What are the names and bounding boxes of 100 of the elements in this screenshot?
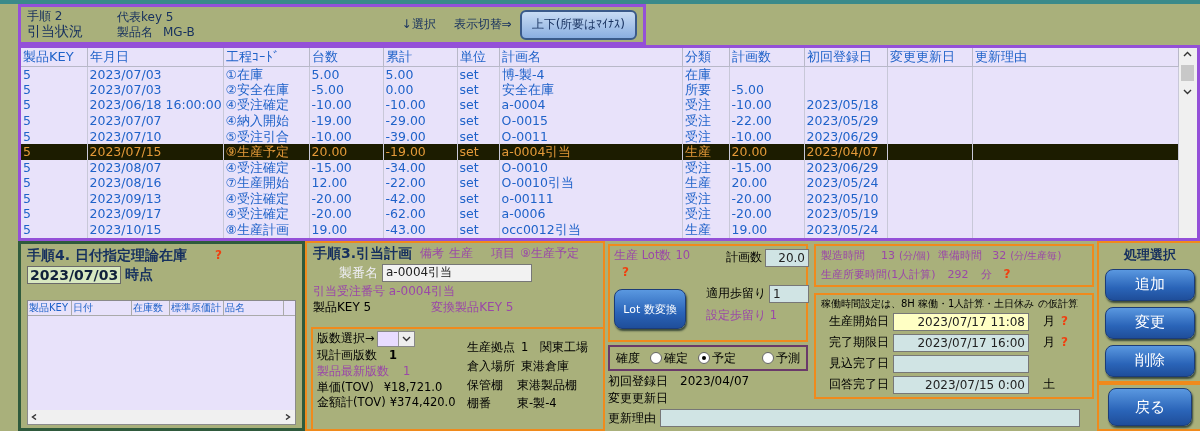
table-cell: 生産 — [682, 175, 729, 192]
dropdown-caret-icon[interactable] — [401, 336, 411, 342]
table-row[interactable]: 5 2023/07/07 ④納入開始 -19.00 -29.00 set O-0015 受注 -22.00 2023/05/29 — [21, 113, 1178, 129]
table-cell: -22.00 — [729, 113, 804, 129]
radio-option[interactable]: 予定 — [698, 349, 736, 367]
column-header: 更新理由 — [972, 48, 1178, 67]
first-registered-label: 初回登録日 — [608, 374, 668, 389]
weekday: 月 — [1042, 335, 1055, 350]
table-row[interactable]: 5 2023/07/15 ⑨生産予定 20.00 -19.00 set a-0004引当 生産 20.00 2023/04/07 — [21, 144, 1178, 160]
table-row[interactable]: 5 2023/08/16 ⑦生産開始 12.00 -22.00 set O-0010引当 生産 20.00 2023/05/24 — [21, 175, 1178, 192]
product-key: 製品KEY 5 — [313, 300, 372, 315]
column-header: 台数 — [309, 48, 383, 67]
lot-name-label: 製番名 — [339, 265, 378, 281]
help-mark: ? — [621, 264, 629, 280]
set-yield: 設定歩留り 1 — [706, 309, 777, 323]
table-cell: set — [457, 113, 499, 129]
lot-name-field[interactable]: a-0004引当 — [382, 263, 532, 282]
note-label: 備考 — [420, 246, 445, 261]
radio-option[interactable]: 予測 — [762, 349, 800, 367]
date-field[interactable]: 2023/07/03 — [27, 265, 122, 284]
toggle-label: 表示切替⇒ — [453, 17, 512, 32]
table-cell: set — [457, 191, 499, 207]
table-cell: 在庫 — [682, 66, 729, 83]
mfg-time-label: 製造時間 — [821, 249, 865, 263]
select-hint: ↓選択 — [401, 17, 436, 32]
table-cell: 生産 — [682, 144, 729, 160]
column-header: 工程ｺｰﾄﾞ — [223, 48, 309, 67]
panel-title: 処理選択 — [1123, 247, 1176, 263]
table-row[interactable]: 5 2023/06/18 16:00:00 ④受注確定 -10.00 -10.00 set a-0004 受注 -10.00 2023/05/18 — [21, 97, 1178, 114]
shelf-number: 東-製-4 — [517, 397, 557, 412]
help-mark: ? — [1061, 335, 1068, 350]
plan-count-field[interactable]: 20.0 — [765, 249, 809, 267]
table-cell: -20.00 — [729, 206, 804, 223]
date-field[interactable]: 2023/07/17 11:08 — [893, 312, 1029, 331]
key-label: 代表key 5 — [117, 10, 175, 25]
lot-convert-button[interactable]: Lot 数変換 — [614, 289, 686, 330]
date-label: 回答完了日 — [829, 377, 890, 392]
table-cell: 5 — [21, 222, 87, 238]
table-cell: 2023/04/07 — [804, 144, 887, 160]
toggle-button[interactable]: 上下(所要はﾏｲﾅｽ) — [519, 9, 637, 40]
required-time: 292 — [947, 267, 969, 281]
current-version-label: 現計画版数 — [317, 349, 377, 363]
table-row[interactable]: 5 2023/08/07 ④受注確定 -15.00 -34.00 set O-0010 受注 -15.00 2023/06/29 — [21, 159, 1178, 176]
unit-price: ¥18,721.0 — [383, 380, 443, 395]
converted-key: 変換製品KEY 5 — [431, 300, 514, 315]
certainty-label: 確度 — [616, 350, 640, 366]
table-row[interactable]: 5 2023/10/15 ⑧生産計画 19.00 -43.00 set occ0012引当 生産 19.00 2023/05/24 — [21, 222, 1178, 238]
table-row[interactable]: 5 2023/07/03 ①在庫 5.00 5.00 set 博-製-4 在庫 — [21, 66, 1178, 83]
table-cell: 2023/07/03 — [87, 82, 223, 98]
scroll-right-icon[interactable] — [283, 414, 292, 420]
table-cell: 受注 — [682, 159, 729, 176]
mfg-time: 13 — [881, 249, 895, 263]
shelf-label: 保管棚 — [467, 378, 503, 393]
scrollbar-thumb[interactable] — [1181, 65, 1195, 81]
total-amount: ¥374,420.0 — [389, 396, 456, 411]
table-cell: -22.00 — [383, 175, 457, 192]
site-value: 1 関東工場 — [521, 341, 589, 355]
table-cell: set — [457, 159, 499, 176]
table-cell: 2023/08/16 — [87, 175, 223, 192]
storage-label: 倉入場所 — [467, 359, 515, 374]
date-suffix: 時点 — [125, 266, 154, 284]
date-label: 見込完了日 — [829, 356, 890, 371]
table-row[interactable]: 5 2023/09/13 ④受注確定 -20.00 -42.00 set o-00111 受注 -20.00 2023/05/10 — [21, 191, 1178, 207]
mfg-time-unit: (分/個) — [899, 249, 931, 262]
table-cell: 5 — [21, 175, 87, 192]
table-cell: 12.00 — [309, 175, 383, 192]
column-header: 在庫数 — [132, 300, 170, 315]
table-cell: ④受注確定 — [223, 206, 309, 223]
table-row[interactable]: 5 2023/09/17 ④受注確定 -20.00 -62.00 set a-0006 受注 -20.00 2023/05/19 — [21, 206, 1178, 223]
table-row[interactable]: 5 2023/07/03 ②安全在庫 -5.00 0.00 set 安全在庫 所要 -5.00 — [21, 82, 1178, 98]
table-cell: ⑧生産計画 — [223, 222, 309, 238]
required-time-label: 生産所要時間(1人計算) — [821, 267, 936, 281]
table-cell: 受注 — [682, 206, 729, 223]
table-cell: set — [457, 206, 499, 223]
table-cell: -20.00 — [729, 191, 804, 207]
action-button[interactable]: 変更 — [1104, 306, 1195, 339]
date-field[interactable]: 2023/07/15 0:00 — [893, 375, 1029, 394]
table-cell: -5.00 — [729, 82, 804, 98]
radio-option[interactable]: 確定 — [650, 349, 688, 367]
horizontal-scrollbar[interactable] — [28, 410, 295, 424]
reason-label: 更新理由 — [608, 410, 656, 425]
table-cell: 2023/09/13 — [87, 191, 223, 207]
table-cell: set — [457, 66, 499, 83]
table-cell: -34.00 — [383, 159, 457, 176]
table-cell: set — [457, 82, 499, 98]
back-button[interactable]: 戻る — [1107, 388, 1192, 426]
table-cell: -10.00 — [729, 97, 804, 114]
table-cell: 20.00 — [729, 144, 804, 160]
date-field[interactable]: 2023/07/17 16:00 — [893, 333, 1029, 352]
column-header: 製品KEY — [21, 48, 87, 67]
scroll-up-icon[interactable] — [1183, 51, 1193, 57]
yield-field[interactable]: 1 — [769, 285, 809, 303]
action-button[interactable]: 削除 — [1104, 344, 1195, 377]
column-header: 初回登録日 — [804, 48, 887, 67]
reason-field[interactable] — [660, 408, 1080, 427]
scroll-down-icon[interactable] — [1183, 89, 1193, 95]
table-cell: 2023/06/29 — [804, 159, 887, 176]
action-button[interactable]: 追加 — [1104, 268, 1195, 301]
date-field[interactable] — [893, 354, 1029, 373]
table-cell: 20.00 — [729, 175, 804, 192]
